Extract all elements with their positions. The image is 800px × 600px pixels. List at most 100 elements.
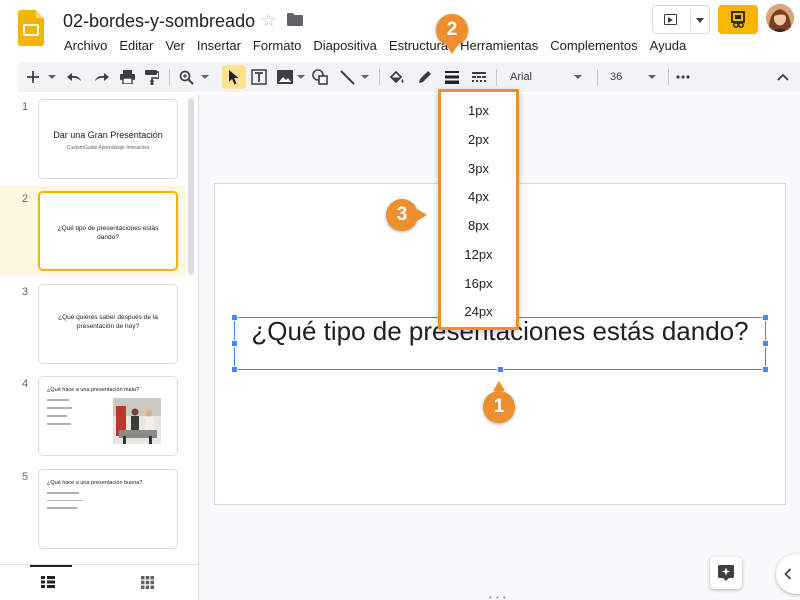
cursor-arrow-icon — [228, 69, 238, 84]
side-panel-toggle[interactable] — [776, 554, 800, 594]
menu-archivo[interactable]: Archivo — [58, 37, 113, 55]
print-button[interactable] — [116, 65, 138, 89]
border-weight-dropdown: 1px 2px 3px 4px 8px 12px 16px 24px — [438, 89, 519, 330]
redo-button[interactable] — [90, 65, 112, 89]
resize-handle-bottom-left[interactable] — [231, 366, 238, 373]
star-icon[interactable]: ☆ — [261, 11, 276, 31]
filmstrip-slide-5[interactable]: 5 ¿Qué hace a una presentación buena? — [0, 464, 186, 554]
filmstrip-slide-4[interactable]: 4 ¿Qué hace a una presentación mala? — [0, 371, 186, 461]
collapse-toolbar-button[interactable] — [772, 65, 794, 89]
menu-formato[interactable]: Formato — [247, 37, 307, 55]
menu-ayuda[interactable]: Ayuda — [644, 37, 693, 55]
slide-number: 1 — [22, 101, 29, 113]
select-tool-button[interactable] — [222, 65, 246, 89]
thumb-bullets — [47, 399, 72, 431]
border-weight-option-1px[interactable]: 1px — [441, 103, 516, 118]
slide-number: 5 — [22, 471, 29, 483]
fill-color-button[interactable] — [386, 65, 408, 89]
menu-herramientas[interactable]: Herramientas — [454, 37, 544, 55]
menu-diapositiva[interactable]: Diapositiva — [307, 37, 383, 55]
filmstrip-slide-1[interactable]: 1 Dar una Gran Presentación CustomGuide … — [0, 94, 186, 184]
border-weight-button[interactable] — [441, 65, 463, 89]
font-size-select[interactable]: 36 — [606, 65, 660, 89]
border-weight-option-4px[interactable]: 4px — [441, 189, 516, 204]
thumb-title: Dar una Gran Presentación — [53, 130, 163, 140]
chevron-down-icon[interactable] — [696, 18, 704, 23]
chevron-down-icon — [574, 75, 582, 79]
resize-handle-left[interactable] — [231, 340, 238, 347]
slide-thumbnail[interactable]: ¿Qué quieres saber después de la present… — [38, 284, 178, 364]
thumb-photo — [113, 398, 161, 444]
undo-icon — [67, 73, 81, 81]
redo-icon — [95, 73, 109, 81]
toolbar: Arial 36 — [18, 62, 800, 92]
paint-format-button[interactable] — [141, 65, 163, 89]
border-color-button[interactable] — [414, 65, 436, 89]
border-weight-option-2px[interactable]: 2px — [441, 132, 516, 147]
menu-ver[interactable]: Ver — [159, 37, 191, 55]
callout-step-2: 2 — [436, 14, 468, 46]
share-button[interactable] — [718, 5, 758, 34]
menu-insertar[interactable]: Insertar — [191, 37, 247, 55]
menu-bar: Archivo Editar Ver Insertar Formato Diap… — [58, 37, 692, 55]
thumb-bullets — [47, 492, 83, 515]
slide-thumbnail-selected[interactable]: ¿Qué tipo de presentaciones estás dando? — [38, 191, 178, 271]
toolbar-divider — [379, 69, 380, 86]
resize-handle-right[interactable] — [762, 340, 769, 347]
avatar[interactable] — [766, 4, 794, 32]
border-weight-option-16px[interactable]: 16px — [441, 276, 516, 291]
filmstrip-scrollbar[interactable] — [188, 98, 194, 275]
border-dash-icon — [472, 72, 486, 82]
border-weight-option-12px[interactable]: 12px — [441, 247, 516, 262]
line-tool-button[interactable] — [336, 65, 358, 89]
resize-handle-bottom[interactable] — [497, 366, 504, 373]
border-weight-option-3px[interactable]: 3px — [441, 161, 516, 176]
resize-handle-top-left[interactable] — [231, 314, 238, 321]
more-options-button[interactable] — [672, 65, 694, 89]
chevron-down-icon — [297, 75, 305, 79]
new-slide-menu-button[interactable] — [45, 65, 59, 89]
line-menu-button[interactable] — [360, 65, 370, 89]
slide-thumbnail[interactable]: ¿Qué hace a una presentación mala? — [38, 376, 178, 456]
filmstrip-slide-2[interactable]: 2 ¿Qué tipo de presentaciones estás dand… — [0, 186, 186, 276]
zoom-button[interactable] — [175, 65, 197, 89]
zoom-menu-button[interactable] — [199, 65, 211, 89]
insert-image-button[interactable] — [274, 65, 296, 89]
paint-format-icon — [145, 69, 159, 85]
image-menu-button[interactable] — [296, 65, 306, 89]
border-weight-option-24px[interactable]: 24px — [441, 304, 516, 319]
avatar-image — [766, 4, 794, 32]
speaker-notes-resize-handle[interactable]: • • • — [489, 593, 507, 600]
filmstrip-view-icon[interactable] — [41, 576, 55, 588]
plus-icon — [27, 71, 39, 83]
new-slide-button[interactable] — [22, 65, 44, 89]
shape-tool-button[interactable] — [309, 65, 331, 89]
header: 02-bordes-y-sombreado ☆ Archivo Editar V… — [0, 0, 800, 60]
image-icon — [277, 70, 293, 84]
menu-complementos[interactable]: Complementos — [544, 37, 643, 55]
undo-button[interactable] — [64, 65, 86, 89]
border-dash-button[interactable] — [468, 65, 490, 89]
toolbar-divider — [496, 69, 497, 86]
text-box-icon — [251, 69, 267, 85]
slides-logo-icon[interactable] — [18, 10, 44, 46]
chevron-down-icon — [48, 75, 56, 79]
border-weight-option-8px[interactable]: 8px — [441, 218, 516, 233]
share-lock-icon — [731, 11, 745, 28]
thumb-title: ¿Qué tipo de presentaciones estás dando? — [57, 225, 159, 241]
menu-editar[interactable]: Editar — [113, 37, 159, 55]
document-title[interactable]: 02-bordes-y-sombreado — [63, 11, 255, 32]
font-family-select[interactable]: Arial — [504, 65, 588, 89]
filmstrip-slide-3[interactable]: 3 ¿Qué quieres saber después de la prese… — [0, 279, 186, 369]
present-button[interactable] — [652, 5, 710, 34]
chevron-down-icon — [201, 75, 209, 79]
resize-handle-bottom-right[interactable] — [762, 366, 769, 373]
slide-thumbnail[interactable]: ¿Qué hace a una presentación buena? — [38, 469, 178, 549]
text-box-tool-button[interactable] — [248, 65, 270, 89]
grid-view-icon[interactable] — [141, 576, 154, 589]
slide-thumbnail[interactable]: Dar una Gran Presentación CustomGuide Ap… — [38, 99, 178, 179]
callout-step-3-pointer — [417, 209, 427, 221]
resize-handle-top-right[interactable] — [762, 314, 769, 321]
folder-icon[interactable] — [287, 13, 303, 26]
explore-button[interactable] — [710, 557, 742, 589]
